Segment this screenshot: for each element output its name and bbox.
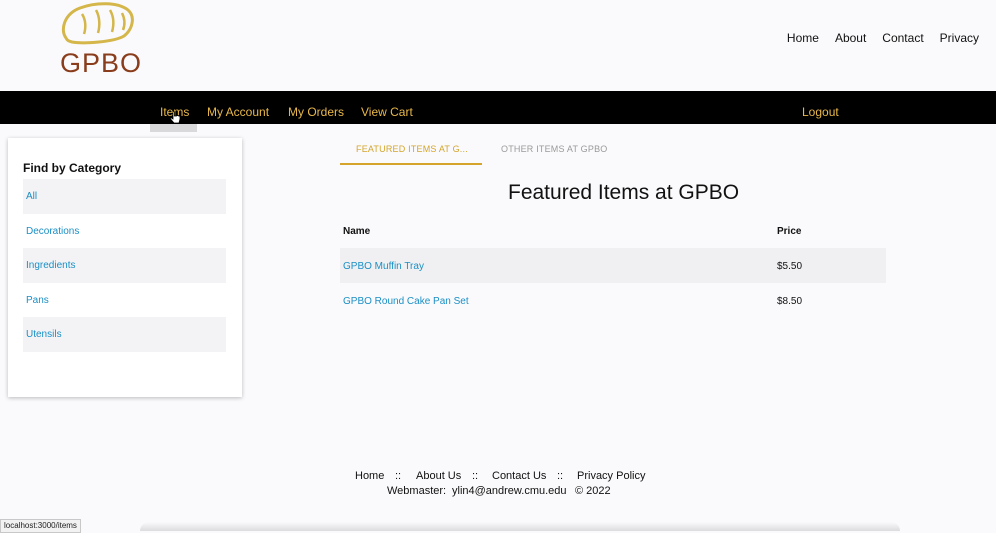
category-all[interactable]: All [23, 179, 226, 214]
copyright: © 2022 [575, 485, 611, 497]
column-header-price: Price [777, 226, 802, 237]
bread-icon [61, 2, 134, 45]
table-row: GPBO Muffin Tray $5.50 [340, 248, 886, 283]
category-label: Pans [26, 295, 49, 306]
category-decorations[interactable]: Decorations [23, 214, 226, 249]
nav-view-cart[interactable]: View Cart [361, 105, 413, 119]
nav-my-account[interactable]: My Account [207, 105, 269, 119]
top-link-privacy[interactable]: Privacy [940, 31, 979, 45]
item-price: $5.50 [777, 261, 803, 272]
top-link-contact[interactable]: Contact [882, 31, 923, 45]
page-title: Featured Items at GPBO [508, 181, 740, 204]
nav-hover-indicator [150, 124, 197, 132]
item-name-link[interactable]: GPBO Muffin Tray [343, 261, 424, 272]
active-tab-indicator [340, 163, 482, 165]
column-header-name: Name [343, 226, 371, 237]
footer-separator: :: [472, 470, 479, 482]
footer-link-privacy[interactable]: Privacy Policy [577, 470, 645, 482]
footer-link-about[interactable]: About Us [416, 470, 461, 482]
site-header: GPBO Home About Contact Privacy [0, 0, 996, 91]
category-ingredients[interactable]: Ingredients [23, 248, 226, 283]
top-nav: Home About Contact Privacy [787, 31, 979, 45]
category-utensils[interactable]: Utensils [23, 317, 226, 352]
table-row: GPBO Round Cake Pan Set $8.50 [340, 283, 886, 318]
webmaster-email[interactable]: ylin4@andrew.cmu.edu [452, 485, 567, 497]
item-name-link[interactable]: GPBO Round Cake Pan Set [343, 296, 469, 307]
category-label: Ingredients [26, 260, 76, 271]
top-link-home[interactable]: Home [787, 31, 819, 45]
category-sidebar: Find by Category All Decorations Ingredi… [8, 138, 242, 397]
category-label: All [26, 191, 38, 202]
category-label: Decorations [26, 226, 80, 237]
top-link-about[interactable]: About [835, 31, 866, 45]
item-price: $8.50 [777, 296, 803, 307]
footer-link-home[interactable]: Home [355, 470, 384, 482]
category-pans[interactable]: Pans [23, 283, 226, 318]
tab-other-items[interactable]: OTHER ITEMS AT GPBO [501, 144, 607, 154]
footer-separator: :: [557, 470, 564, 482]
footer-separator: :: [395, 470, 402, 482]
item-tabs: FEATURED ITEMS AT G... OTHER ITEMS AT GP… [340, 138, 630, 165]
tab-featured-items[interactable]: FEATURED ITEMS AT G... [356, 144, 468, 154]
hand-cursor-icon [170, 111, 181, 124]
sidebar-title: Find by Category [23, 161, 122, 175]
nav-my-orders[interactable]: My Orders [288, 105, 344, 119]
main-navbar: Items My Account My Orders View Cart Log… [0, 91, 996, 124]
nav-logout[interactable]: Logout [802, 105, 839, 119]
footer-link-contact[interactable]: Contact Us [492, 470, 546, 482]
logo-text: GPBO [60, 48, 143, 78]
site-logo[interactable]: GPBO [58, 0, 141, 80]
webmaster-label: Webmaster: [387, 485, 447, 497]
category-label: Utensils [26, 329, 62, 340]
window-shadow [140, 522, 900, 531]
